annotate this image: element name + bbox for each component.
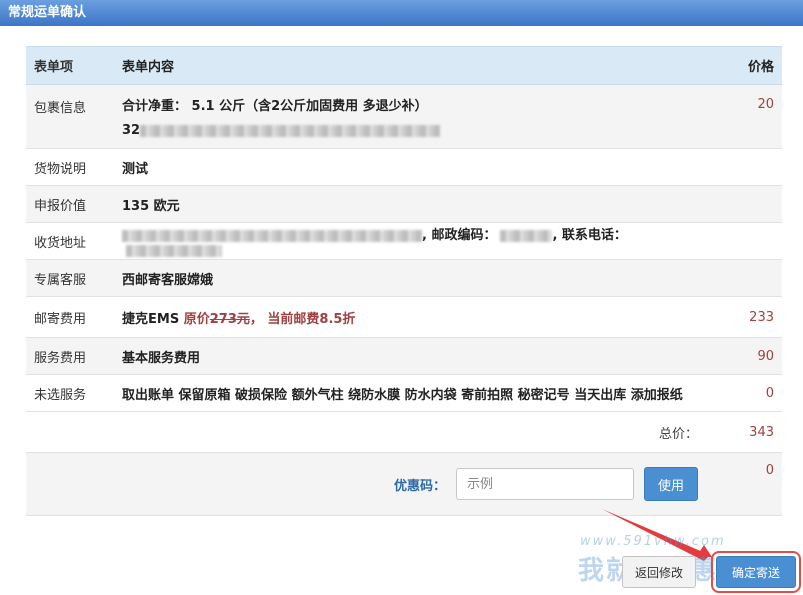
coupon-label: 优惠码：	[393, 478, 446, 494]
row-content: 西邮寄客服嫦娥	[114, 259, 706, 297]
table-row: 服务费用 基本服务费用 90	[26, 337, 782, 375]
package-info: 合计净重： 5.1 公斤（含2公斤加固费用 多退少补） 32	[114, 84, 706, 149]
confirm-send-button[interactable]: 确定寄送	[711, 551, 801, 593]
original-price-label: 原价	[183, 311, 210, 327]
row-price: 233	[706, 296, 782, 338]
row-label: 申报价值	[26, 185, 114, 223]
row-price: 0	[706, 374, 782, 412]
row-price	[706, 185, 782, 223]
row-content: 测试	[114, 148, 706, 186]
row-price	[706, 148, 782, 186]
row-label: 专属客服	[26, 259, 114, 297]
header-price: 价格	[706, 46, 782, 85]
redacted-text	[500, 229, 553, 242]
row-price: 90	[706, 337, 782, 375]
total-label: 总价：	[658, 426, 698, 442]
original-price: 273元	[209, 311, 250, 327]
table-row: 货物说明 测试	[26, 148, 782, 186]
dialog-title: 常规运单确认	[0, 0, 803, 26]
row-label: 货物说明	[26, 148, 114, 186]
row-price: 20	[706, 84, 782, 149]
package-weight: 合计净重： 5.1 公斤（含2公斤加固费用 多退少补）	[122, 99, 428, 114]
redacted-text	[122, 229, 422, 242]
watermark-url: www.591vhw.com	[580, 534, 726, 549]
table-row: 专属客服 西邮寄客服嫦娥	[26, 259, 782, 297]
carrier-name: 捷克EMS	[122, 311, 180, 327]
coupon-input[interactable]	[456, 468, 634, 500]
header-item: 表单项	[26, 46, 114, 85]
row-label: 邮寄费用	[26, 296, 114, 338]
table-row: 包裹信息 合计净重： 5.1 公斤（含2公斤加固费用 多退少补） 32 20	[26, 84, 782, 149]
row-content: 基本服务费用	[114, 337, 706, 375]
row-label: 服务费用	[26, 337, 114, 375]
row-content: 取出账单 保留原箱 破损保险 额外气柱 绕防水膜 防水内袋 寄前拍照 秘密记号 …	[114, 374, 706, 412]
redacted-text	[126, 244, 222, 257]
back-button[interactable]: 返回修改	[622, 556, 696, 588]
redacted-text	[140, 124, 441, 137]
row-content: 135 欧元	[114, 185, 706, 223]
table-row: 未选服务 取出账单 保留原箱 破损保险 额外气柱 绕防水膜 防水内袋 寄前拍照 …	[26, 374, 782, 412]
table-row: 申报价值 135 欧元	[26, 185, 782, 223]
package-id: 32	[122, 123, 698, 138]
use-coupon-button[interactable]: 使用	[644, 467, 698, 501]
header-content: 表单内容	[114, 46, 706, 85]
table-header: 表单项 表单内容 价格	[26, 46, 782, 85]
row-price	[706, 259, 782, 297]
row-label: 包裹信息	[26, 84, 114, 149]
postage-cell: 捷克EMS 原价273元， 当前邮费8.5折	[114, 296, 706, 338]
order-table: 表单项 表单内容 价格 包裹信息 合计净重： 5.1 公斤（含2公斤加固费用 多…	[26, 46, 782, 516]
total-value: 343	[749, 424, 774, 440]
row-label: 未选服务	[26, 374, 114, 412]
shipping-address: , 邮政编码：, 联系电话：	[114, 222, 706, 260]
total-row: 总价： 343	[26, 412, 782, 453]
table-row: 收货地址 , 邮政编码：, 联系电话：	[26, 222, 782, 260]
row-price	[706, 222, 782, 260]
row-label: 收货地址	[26, 222, 114, 260]
discount-text: ， 当前邮费8.5折	[249, 311, 356, 327]
table-row: 邮寄费用 捷克EMS 原价273元， 当前邮费8.5折 233	[26, 296, 782, 338]
